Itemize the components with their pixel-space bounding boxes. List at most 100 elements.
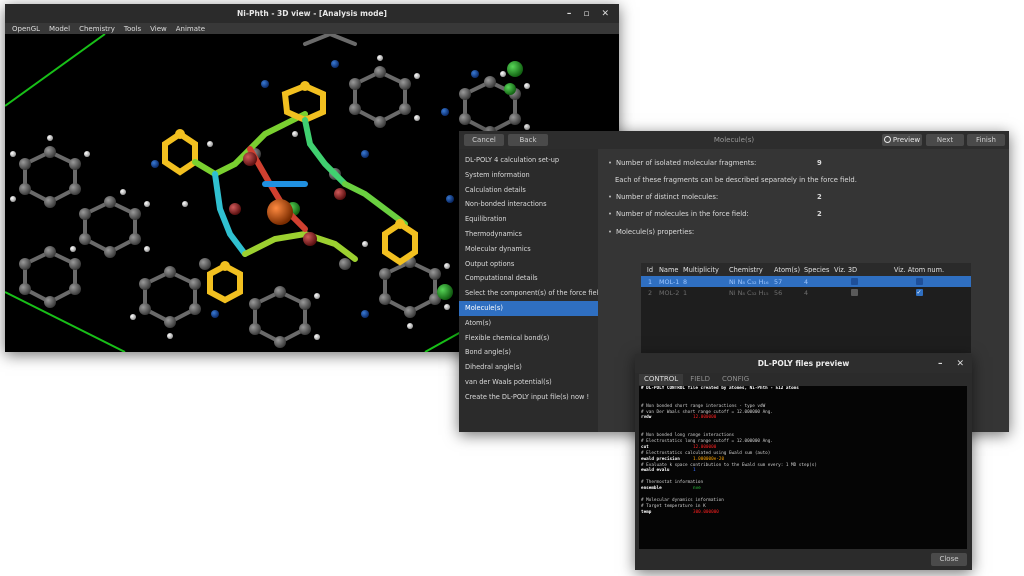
cell-chemistry: Ni N₈ C₃₂ H₁₆ [729,277,769,286]
maximize-icon[interactable]: ▫ [583,9,589,19]
col-multiplicity: Multiplicity [683,265,719,274]
code-value: nve [693,486,701,492]
cell-species: 4 [804,277,809,286]
wizard-top-bar: Molecule(s) Cancel Back Preview Next Fin… [459,131,1009,149]
cell-atoms: 57 [774,277,783,286]
menu-animate[interactable]: Animate [176,25,205,33]
properties-label: Molecule(s) properties: [616,228,695,236]
code-value: 12.000000 [693,415,717,421]
properties-row: • Molecule(s) properties: [608,228,694,236]
viz3d-checkbox[interactable] [834,289,874,297]
bullet: • [608,193,613,201]
tab-control[interactable]: CONTROL [639,374,684,385]
menu-tools[interactable]: Tools [124,25,141,33]
fragments-row: • Number of isolated molecular fragments:… [608,159,822,167]
fragments-note: Each of these fragments can be described… [615,176,857,184]
cell-chemistry: Ni N₈ C₃₂ H₁₅ [729,288,769,297]
search-icon [883,136,891,143]
code-value: 12.000000 [693,444,717,450]
step-molecules[interactable]: Molecule(s) [459,300,598,316]
cancel-button[interactable]: Cancel [464,134,504,146]
code-line: temp 300.000000 [639,510,967,516]
forcefield-row: • Number of molecules in the force field:… [608,210,822,218]
step-vdw[interactable]: van der Waals potential(s) [459,375,598,390]
close-button[interactable]: Close [931,553,967,566]
fragments-label: Number of isolated molecular fragments: [616,159,757,167]
step-dihedrals[interactable]: Dihedral angle(s) [459,360,598,375]
col-species: Species [804,265,830,274]
cell-id: 1 [647,277,653,286]
files-preview-window: DL-POLY files preview – ✕ CONTROL FIELD … [635,354,972,570]
viz3d-checkbox[interactable] [834,278,874,286]
bullet: • [608,159,613,167]
step-thermodynamics[interactable]: Thermodynamics [459,227,598,242]
step-bonds[interactable]: Flexible chemical bond(s) [459,331,598,346]
cell-multiplicity: 8 [683,277,688,286]
step-setup[interactable]: DL-POLY 4 calculation set-up [459,153,598,168]
next-button[interactable]: Next [926,134,964,146]
bullet: • [608,228,613,236]
forcefield-value: 2 [817,210,822,218]
menu-opengl[interactable]: OpenGL [12,25,40,33]
cell-multiplicity: 1 [683,288,688,297]
control-file-text[interactable]: # DL-POLY CONTROL file created by atomes… [639,386,967,549]
code-value: 300.000000 [693,509,719,515]
col-name: Name [659,265,679,274]
step-calculation-details[interactable]: Calculation details [459,183,598,198]
cell-name: MOL-1 [659,277,680,286]
code-keyword: ensemble [641,486,662,492]
table-row[interactable]: 2 MOL-2 1 Ni N₈ C₃₂ H₁₅ 56 4 ✓ [641,287,971,298]
table-row[interactable]: 1 MOL-1 8 Ni N₈ C₃₂ H₁₆ 57 4 [641,276,971,287]
tab-field[interactable]: FIELD [685,374,715,385]
preview-title: DL-POLY files preview [757,359,850,368]
distinct-value: 2 [817,193,822,201]
step-molecular-dynamics[interactable]: Molecular dynamics [459,242,598,257]
bullet: • [608,210,613,218]
wizard-steps-sidebar: DL-POLY 4 calculation set-up System info… [459,149,603,432]
distinct-row: • Number of distinct molecules: 2 [608,193,822,201]
step-non-bonded[interactable]: Non-bonded interactions [459,197,598,212]
col-id: Id [646,265,654,274]
code-keyword: temp [641,509,652,515]
menu-model[interactable]: Model [49,25,70,33]
preview-title-bar[interactable]: DL-POLY files preview – ✕ [635,354,972,373]
col-chemistry: Chemistry [729,265,763,274]
viz-atom-num-checkbox[interactable] [874,278,964,286]
close-icon[interactable]: ✕ [601,9,609,19]
menu-view[interactable]: View [150,25,167,33]
col-viz-atom-num: Viz. Atom num. [893,265,945,274]
main-title-bar[interactable]: Ni-Phth - 3D view - [Analysis mode] – ▫ … [5,4,619,23]
col-viz3d: Viz. 3D [834,265,858,274]
minimize-icon[interactable]: – [567,9,572,19]
cell-name: MOL-2 [659,288,680,297]
fragments-value: 9 [817,159,822,167]
step-system-information[interactable]: System information [459,168,598,183]
step-atoms[interactable]: Atom(s) [459,316,598,331]
back-button[interactable]: Back [508,134,548,146]
code-keyword: ewald evalu [641,468,670,474]
main-menu-bar: OpenGL Model Chemistry Tools View Animat… [5,23,619,34]
finish-button[interactable]: Finish [967,134,1005,146]
step-equilibration[interactable]: Equilibration [459,212,598,227]
table-header: Id Name Multiplicity Chemistry Atom(s) S… [641,263,971,276]
preview-button[interactable]: Preview [882,134,922,146]
step-select-components[interactable]: Select the component(s) of the force fie… [459,286,603,301]
code-value: 1 [693,468,696,474]
minimize-icon[interactable]: – [938,359,943,369]
step-create-input[interactable]: Create the DL-POLY input file(s) now ! [459,390,598,405]
step-computational-details[interactable]: Computational details [459,271,598,286]
distinct-label: Number of distinct molecules: [616,193,719,201]
col-atoms: Atom(s) [774,265,801,274]
cell-atoms: 56 [774,288,783,297]
cell-species: 4 [804,288,809,297]
code-keyword: cut [641,444,649,450]
cell-id: 2 [647,288,653,297]
step-output-options[interactable]: Output options [459,257,598,272]
viz-atom-num-checkbox[interactable]: ✓ [874,289,964,297]
close-icon[interactable]: ✕ [956,359,964,369]
menu-chemistry[interactable]: Chemistry [79,25,115,33]
step-angles[interactable]: Bond angle(s) [459,345,598,360]
tab-config[interactable]: CONFIG [717,374,754,385]
code-keyword: rvdw [641,415,652,421]
preview-label: Preview [892,136,921,144]
